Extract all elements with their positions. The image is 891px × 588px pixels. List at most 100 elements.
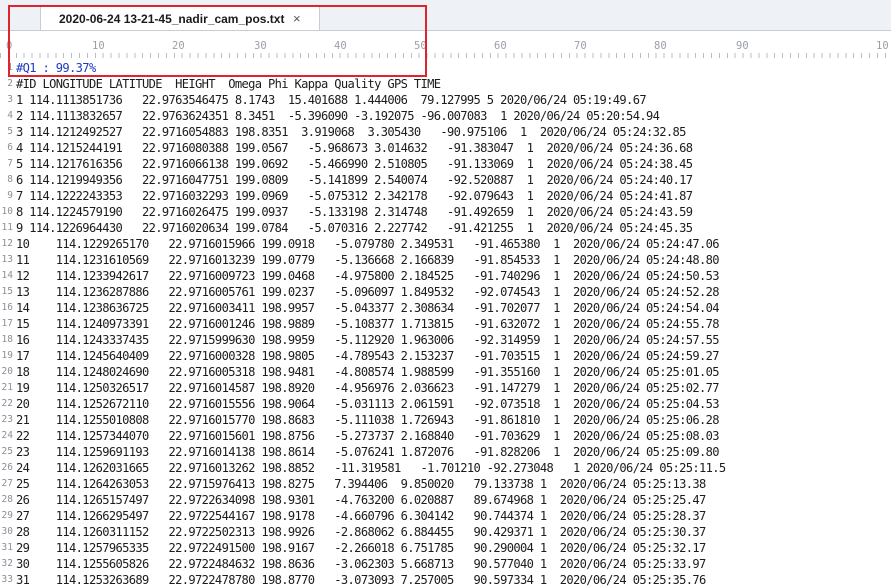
tab-bar: 2020-06-24 13-21-45_nadir_cam_pos.txt × — [0, 0, 891, 31]
ruler-label: 90 — [736, 40, 749, 52]
text-line[interactable]: 33 31 114.1253263689 22.9722478780 198.87… — [0, 572, 891, 588]
line-text: 8 114.1224579190 22.9716026475 199.0937 … — [16, 205, 693, 219]
text-line[interactable]: 16 14 114.1238636725 22.9716003411 198.99… — [0, 300, 891, 316]
text-line[interactable]: 26 24 114.1262031665 22.9716013262 198.88… — [0, 460, 891, 476]
line-number: 12 — [1, 238, 13, 249]
file-tab[interactable]: 2020-06-24 13-21-45_nadir_cam_pos.txt × — [40, 6, 320, 30]
text-line[interactable]: 20 18 114.1248024690 22.9716005318 198.94… — [0, 364, 891, 380]
line-text: 13 114.1236287886 22.9716005761 199.0237… — [16, 285, 720, 299]
text-line[interactable]: 25 23 114.1259691193 22.9716014138 198.86… — [0, 444, 891, 460]
line-number: 30 — [1, 526, 13, 537]
text-line[interactable]: 31 114.1113851736 22.9763546475 8.1743 1… — [0, 92, 891, 108]
line-number: 8 — [7, 174, 13, 185]
text-line[interactable]: 19 17 114.1245640409 22.9716000328 198.98… — [0, 348, 891, 364]
text-line[interactable]: 1 #Q1 : 99.37% — [0, 60, 891, 76]
line-text: 25 114.1264263053 22.9715976413 198.8275… — [16, 477, 706, 491]
line-number: 27 — [1, 478, 13, 489]
text-line[interactable]: 75 114.1217616356 22.9716066138 199.0692… — [0, 156, 891, 172]
text-line[interactable]: 11 9 114.1226964430 22.9716020634 199.078… — [0, 220, 891, 236]
text-line[interactable]: 14 12 114.1233942617 22.9716009723 199.04… — [0, 268, 891, 284]
close-icon[interactable]: × — [293, 11, 301, 26]
line-text: 29 114.1257965335 22.9722491500 198.9167… — [16, 541, 706, 555]
text-line[interactable]: 28 26 114.1265157497 22.9722634098 198.93… — [0, 492, 891, 508]
ruler-label: 0 — [6, 40, 13, 52]
line-text: 9 114.1226964430 22.9716020634 199.0784 … — [16, 221, 693, 235]
text-line[interactable]: 15 13 114.1236287886 22.9716005761 199.02… — [0, 284, 891, 300]
text-line[interactable]: 42 114.1113832657 22.9763624351 8.3451 -… — [0, 108, 891, 124]
line-number: 4 — [7, 110, 13, 121]
line-number: 32 — [1, 558, 13, 569]
line-number: 13 — [1, 254, 13, 265]
line-number: 24 — [1, 430, 13, 441]
ruler-ticks — [0, 53, 891, 58]
ruler-label: 10 — [876, 40, 889, 52]
text-line[interactable]: 12 10 114.1229265170 22.9716015966 199.09… — [0, 236, 891, 252]
line-text: 4 114.1215244191 22.9716080388 199.0567 … — [16, 141, 693, 155]
line-text: 20 114.1252672110 22.9716015556 198.9064… — [16, 397, 720, 411]
text-line[interactable]: 30 28 114.1260311152 22.9722502313 198.99… — [0, 524, 891, 540]
line-number: 26 — [1, 462, 13, 473]
line-number: 33 — [1, 574, 13, 585]
ruler-label: 60 — [494, 40, 507, 52]
text-line[interactable]: 2 #ID LONGITUDE LATITUDE HEIGHT Omega Phi… — [0, 76, 891, 92]
ruler-label: 70 — [574, 40, 587, 52]
line-number: 2 — [7, 78, 13, 89]
line-number: 17 — [1, 318, 13, 329]
line-text: 12 114.1233942617 22.9716009723 199.0468… — [16, 269, 720, 283]
line-text: 21 114.1255010808 22.9716015770 198.8683… — [16, 413, 720, 427]
line-number: 6 — [7, 142, 13, 153]
text-line[interactable]: 24 22 114.1257344070 22.9716015601 198.87… — [0, 428, 891, 444]
text-line[interactable]: 27 25 114.1264263053 22.9715976413 198.82… — [0, 476, 891, 492]
line-text: 16 114.1243337435 22.9715999630 198.9959… — [16, 333, 720, 347]
ruler-label: 30 — [254, 40, 267, 52]
text-line[interactable]: 22 20 114.1252672110 22.9716015556 198.90… — [0, 396, 891, 412]
line-text: 5 114.1217616356 22.9716066138 199.0692 … — [16, 157, 693, 171]
text-line[interactable]: 97 114.1222243353 22.9716032293 199.0969… — [0, 188, 891, 204]
line-text: 2 114.1113832657 22.9763624351 8.3451 -5… — [16, 109, 660, 123]
text-line[interactable]: 29 27 114.1266295497 22.9722544167 198.91… — [0, 508, 891, 524]
line-text: #ID LONGITUDE LATITUDE HEIGHT Omega Phi … — [16, 77, 441, 91]
line-text: 18 114.1248024690 22.9716005318 198.9481… — [16, 365, 720, 379]
line-text: #Q1 : 99.37% — [16, 61, 96, 75]
text-line[interactable]: 17 15 114.1240973391 22.9716001246 198.98… — [0, 316, 891, 332]
line-number: 1 — [7, 62, 13, 73]
text-line[interactable]: 18 16 114.1243337435 22.9715999630 198.99… — [0, 332, 891, 348]
line-number: 7 — [7, 158, 13, 169]
ruler-label: 80 — [654, 40, 667, 52]
line-number: 31 — [1, 542, 13, 553]
line-number: 10 — [1, 206, 13, 217]
line-text: 15 114.1240973391 22.9716001246 198.9889… — [16, 317, 720, 331]
text-line[interactable]: 32 30 114.1255605826 22.9722484632 198.86… — [0, 556, 891, 572]
line-number: 19 — [1, 350, 13, 361]
line-text: 28 114.1260311152 22.9722502313 198.9926… — [16, 525, 706, 539]
line-text: 27 114.1266295497 22.9722544167 198.9178… — [16, 509, 706, 523]
line-number: 9 — [7, 190, 13, 201]
text-line[interactable]: 21 19 114.1250326517 22.9716014587 198.89… — [0, 380, 891, 396]
line-number: 20 — [1, 366, 13, 377]
line-number: 5 — [7, 126, 13, 137]
line-number: 18 — [1, 334, 13, 345]
text-line[interactable]: 23 21 114.1255010808 22.9716015770 198.86… — [0, 412, 891, 428]
line-number: 21 — [1, 382, 13, 393]
line-number: 3 — [7, 94, 13, 105]
line-number: 25 — [1, 446, 13, 457]
line-text: 7 114.1222243353 22.9716032293 199.0969 … — [16, 189, 693, 203]
line-text: 14 114.1238636725 22.9716003411 198.9957… — [16, 301, 720, 315]
line-text: 30 114.1255605826 22.9722484632 198.8636… — [16, 557, 706, 571]
line-number: 14 — [1, 270, 13, 281]
file-tab-label: 2020-06-24 13-21-45_nadir_cam_pos.txt — [59, 12, 285, 26]
text-line[interactable]: 13 11 114.1231610569 22.9716013239 199.07… — [0, 252, 891, 268]
text-line[interactable]: 53 114.1212492527 22.9716054883 198.8351… — [0, 124, 891, 140]
line-number: 11 — [1, 222, 13, 233]
line-text: 3 114.1212492527 22.9716054883 198.8351 … — [16, 125, 686, 139]
text-line[interactable]: 31 29 114.1257965335 22.9722491500 198.91… — [0, 540, 891, 556]
text-line[interactable]: 86 114.1219949356 22.9716047751 199.0809… — [0, 172, 891, 188]
line-text: 26 114.1265157497 22.9722634098 198.9301… — [16, 493, 706, 507]
line-number: 15 — [1, 286, 13, 297]
text-editor[interactable]: 1 #Q1 : 99.37% 2 #ID LONGITUDE LATITUDE HEI… — [0, 60, 891, 587]
line-text: 10 114.1229265170 22.9716015966 199.0918… — [16, 237, 720, 251]
line-text: 6 114.1219949356 22.9716047751 199.0809 … — [16, 173, 693, 187]
text-line[interactable]: 64 114.1215244191 22.9716080388 199.0567… — [0, 140, 891, 156]
text-line[interactable]: 10 8 114.1224579190 22.9716026475 199.093… — [0, 204, 891, 220]
line-number: 22 — [1, 398, 13, 409]
